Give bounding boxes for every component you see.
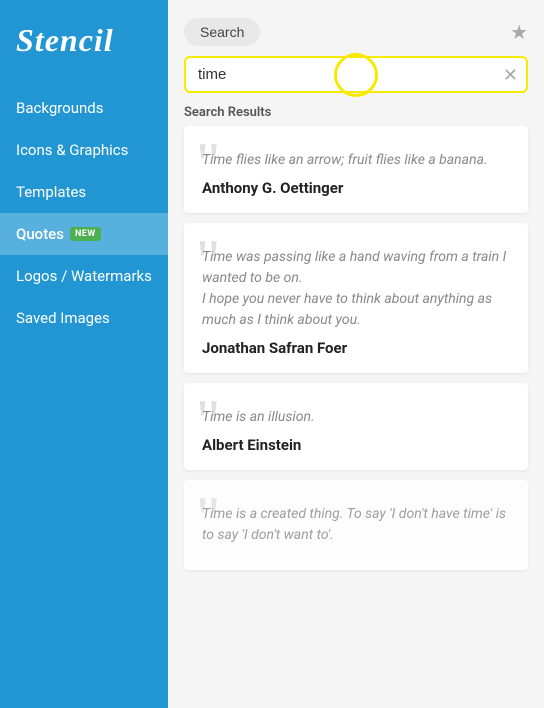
quote-text-4: Time is a created thing. To say 'I don't… xyxy=(202,504,510,546)
result-card-1[interactable]: " Time flies like an arrow; fruit flies … xyxy=(184,126,528,213)
clear-icon: ✕ xyxy=(503,65,518,85)
search-tab[interactable]: Search xyxy=(184,18,260,46)
sidebar-item-label: Templates xyxy=(16,183,86,201)
sidebar-item-label: Saved Images xyxy=(16,309,110,327)
sidebar-item-backgrounds[interactable]: Backgrounds xyxy=(0,87,168,129)
sidebar-item-label: Logos / Watermarks xyxy=(16,267,152,285)
sidebar: Stencil Backgrounds Icons & Graphics Tem… xyxy=(0,0,168,708)
quote-text-3: Time is an illusion. xyxy=(202,407,510,428)
sidebar-item-quotes[interactable]: Quotes NEW xyxy=(0,213,168,255)
main-panel: Search ★ ✕ Search Results " Time flies l… xyxy=(168,0,544,708)
search-input[interactable] xyxy=(184,56,528,93)
quote-author-3: Albert Einstein xyxy=(202,436,510,454)
sidebar-item-templates[interactable]: Templates xyxy=(0,171,168,213)
sidebar-item-logos-watermarks[interactable]: Logos / Watermarks xyxy=(0,255,168,297)
sidebar-item-label: Backgrounds xyxy=(16,99,103,117)
sidebar-item-icons-graphics[interactable]: Icons & Graphics xyxy=(0,129,168,171)
quote-author-2: Jonathan Safran Foer xyxy=(202,339,510,357)
search-input-wrapper: ✕ xyxy=(184,56,528,93)
quote-author-1: Anthony G. Oettinger xyxy=(202,179,510,197)
new-badge: NEW xyxy=(70,227,101,241)
sidebar-item-label: Icons & Graphics xyxy=(16,141,128,159)
search-results-label: Search Results xyxy=(168,93,544,126)
result-card-3[interactable]: " Time is an illusion. Albert Einstein xyxy=(184,383,528,470)
result-card-2[interactable]: " Time was passing like a hand waving fr… xyxy=(184,223,528,373)
star-icon: ★ xyxy=(510,22,528,44)
main-header: Search ★ xyxy=(168,0,544,46)
result-card-4[interactable]: " Time is a created thing. To say 'I don… xyxy=(184,480,528,570)
favorites-button[interactable]: ★ xyxy=(510,20,528,45)
sidebar-item-label: Quotes xyxy=(16,225,64,243)
search-bar-row: ✕ xyxy=(168,46,544,93)
app-logo: Stencil xyxy=(0,0,168,87)
sidebar-item-saved-images[interactable]: Saved Images xyxy=(0,297,168,339)
clear-search-button[interactable]: ✕ xyxy=(503,66,518,84)
quote-text-2: Time was passing like a hand waving from… xyxy=(202,247,510,331)
results-list: " Time flies like an arrow; fruit flies … xyxy=(168,126,544,708)
quote-text-1: Time flies like an arrow; fruit flies li… xyxy=(202,150,510,171)
sidebar-nav: Backgrounds Icons & Graphics Templates Q… xyxy=(0,87,168,339)
